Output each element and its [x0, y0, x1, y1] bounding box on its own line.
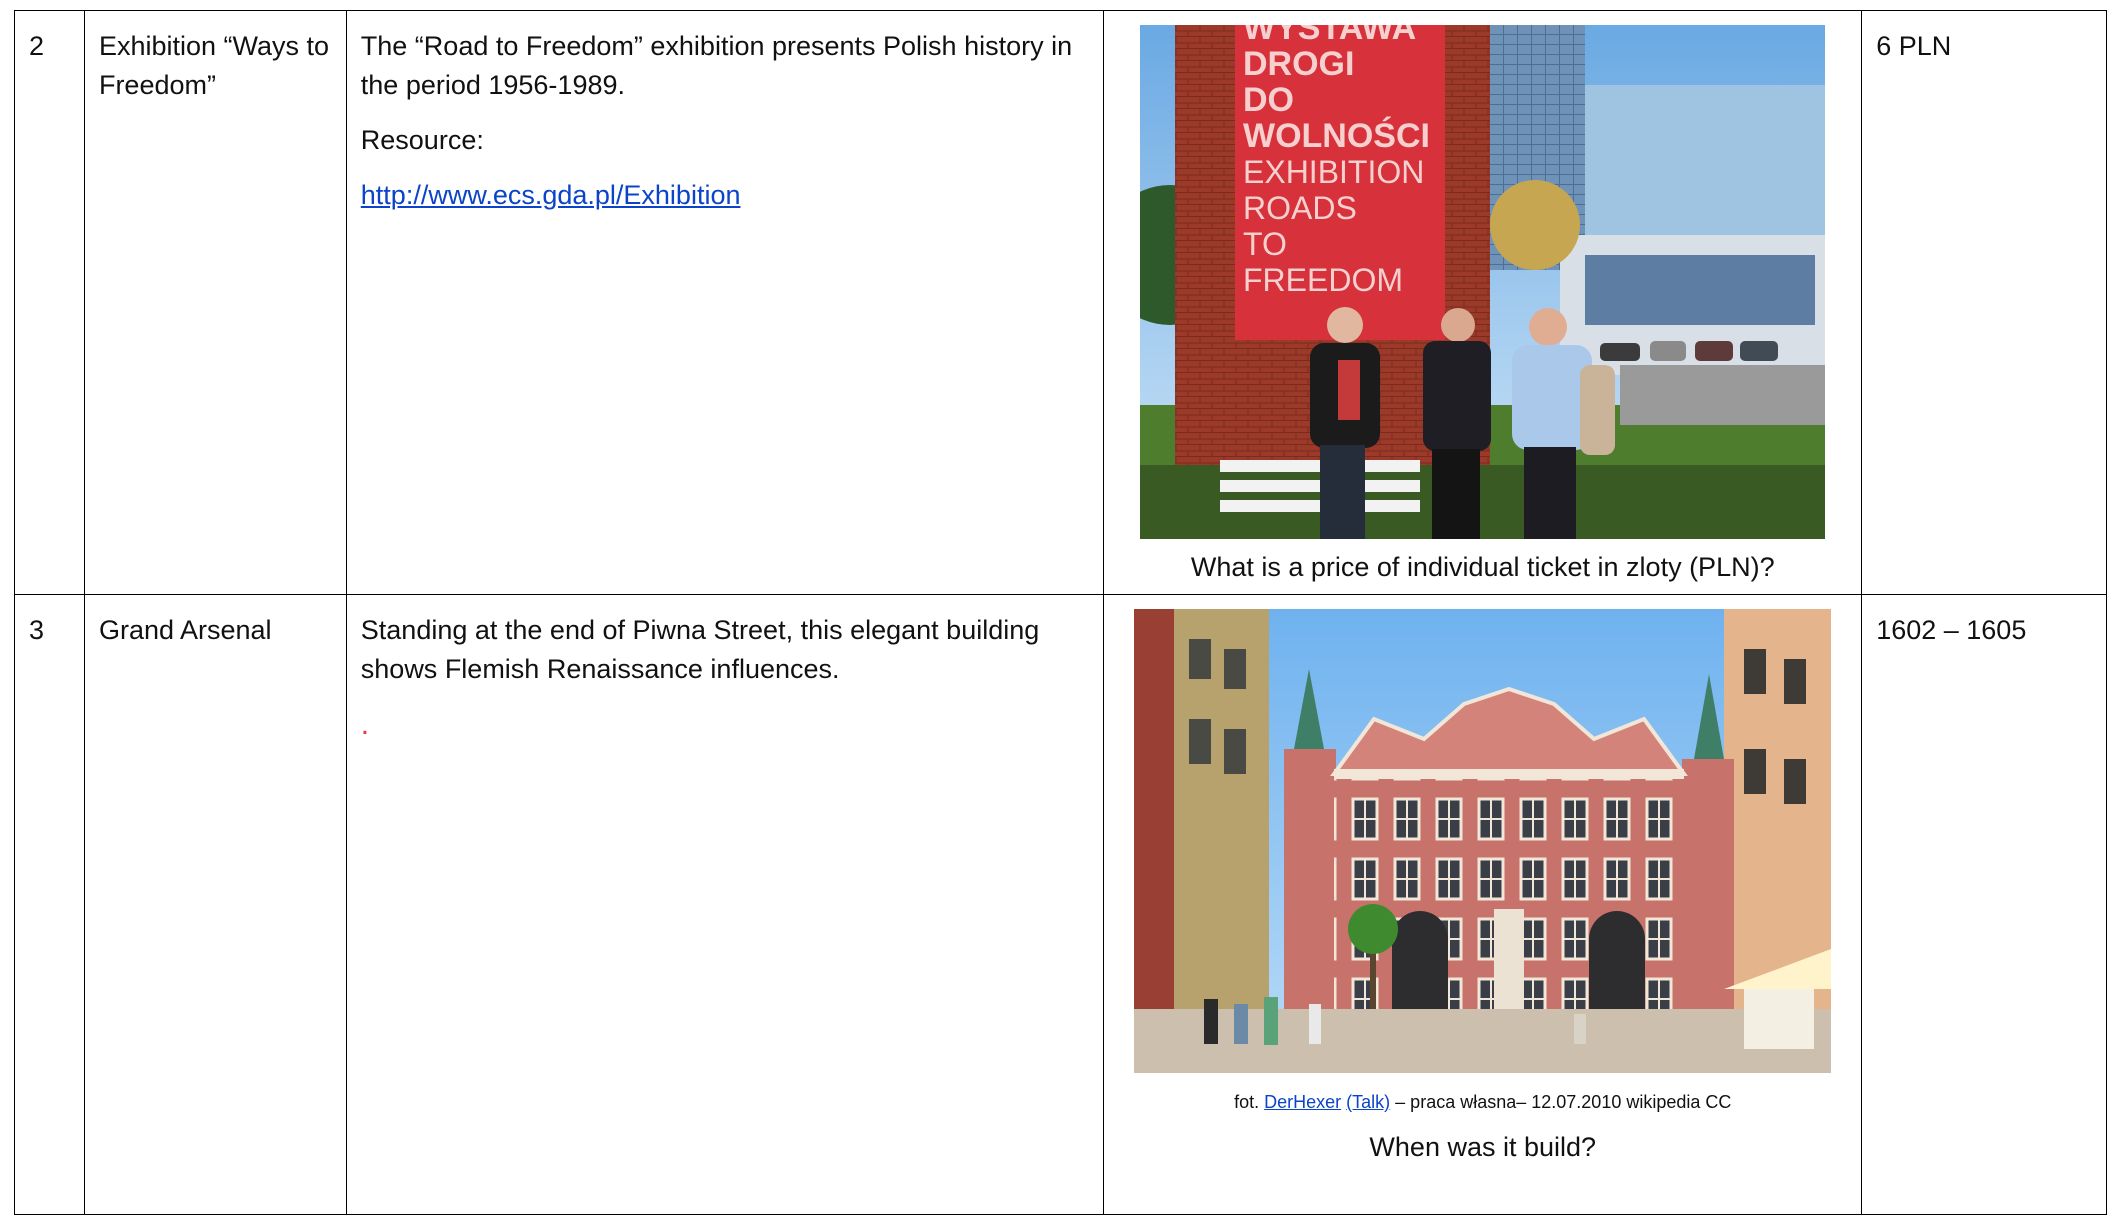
- exhibition-photo-art: WYSTAWA DROGI DO WOLNOŚCI EXHIBITION ROA…: [1140, 25, 1826, 539]
- row-description-cell: The “Road to Freedom” exhibition present…: [345, 10, 1105, 595]
- row-number: 3: [29, 615, 45, 645]
- credit-author-link[interactable]: DerHexer: [1264, 1092, 1341, 1112]
- row-answer-cell: 1602 – 1605: [1861, 594, 2107, 1215]
- row-photo-cell: WYSTAWA DROGI DO WOLNOŚCI EXHIBITION ROA…: [1103, 10, 1863, 595]
- row-name-cell: Grand Arsenal: [83, 594, 347, 1215]
- credit-prefix: fot.: [1234, 1092, 1260, 1112]
- row-number: 2: [29, 31, 45, 61]
- question-text: What is a price of individual ticket in …: [1190, 552, 1775, 582]
- banner-line: WOLNOŚCI: [1243, 117, 1430, 155]
- question-text: When was it build?: [1369, 1132, 1597, 1162]
- row-description: Standing at the end of Piwna Street, thi…: [360, 615, 1040, 684]
- resource-link[interactable]: http://www.ecs.gda.pl/Exhibition: [361, 180, 741, 210]
- row-photo-cell: fot. DerHexer (Talk) – praca własna– 12.…: [1103, 594, 1863, 1215]
- credit-suffix: – praca własna– 12.07.2010 wikipedia CC: [1395, 1092, 1732, 1112]
- row-number-cell: 2: [14, 10, 85, 595]
- table-row: 3 Grand Arsenal Standing at the end of P…: [14, 594, 2107, 1215]
- banner-line: DO: [1243, 81, 1294, 119]
- resource-label: Resource:: [360, 125, 484, 155]
- exhibition-photo: WYSTAWA DROGI DO WOLNOŚCI EXHIBITION ROA…: [1140, 25, 1826, 539]
- table-row: 2 Exhibition “Ways to Freedom” The “Road…: [14, 10, 2107, 595]
- row-answer-cell: 6 PLN: [1861, 10, 2107, 595]
- banner-line: TO: [1243, 226, 1287, 262]
- row-name: Grand Arsenal: [98, 615, 272, 645]
- arsenal-photo-art: [1134, 609, 1832, 1073]
- banner-line: DROGI: [1243, 45, 1354, 83]
- row-name: Exhibition “Ways to Freedom”: [98, 31, 330, 100]
- document-table: 2 Exhibition “Ways to Freedom” The “Road…: [14, 10, 2107, 1215]
- row-answer: 6 PLN: [1876, 31, 1952, 61]
- photo-credit: fot. DerHexer (Talk) – praca własna– 12.…: [1105, 1089, 1861, 1115]
- note-mark: .: [360, 708, 370, 741]
- row-description: The “Road to Freedom” exhibition present…: [360, 31, 1073, 100]
- credit-talk-link[interactable]: (Talk): [1346, 1092, 1390, 1112]
- row-description-cell: Standing at the end of Piwna Street, thi…: [345, 594, 1105, 1215]
- row-answer: 1602 – 1605: [1876, 615, 2027, 645]
- banner-line: FREEDOM: [1243, 262, 1403, 298]
- banner-line: EXHIBITION: [1243, 154, 1424, 190]
- row-number-cell: 3: [14, 594, 85, 1215]
- arsenal-photo: [1134, 609, 1832, 1073]
- banner-line: ROADS: [1243, 190, 1357, 226]
- banner-line: WYSTAWA: [1243, 25, 1416, 47]
- row-name-cell: Exhibition “Ways to Freedom”: [83, 10, 347, 595]
